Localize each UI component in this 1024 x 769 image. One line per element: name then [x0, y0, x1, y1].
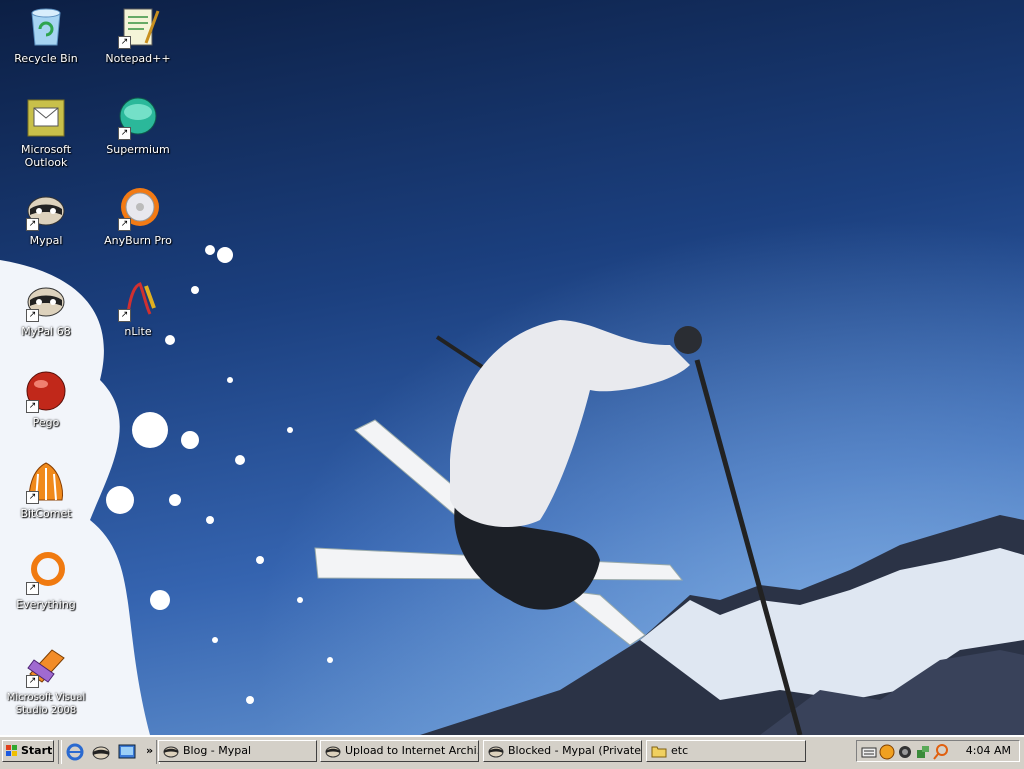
orange-globe-icon[interactable]	[879, 744, 895, 760]
desktop-icon-label: Everything	[16, 598, 76, 611]
shortcut-arrow-icon: ↗	[118, 309, 131, 322]
desktop-icon-label: MyPal 68	[21, 325, 71, 338]
shortcut-arrow-icon: ↗	[26, 309, 39, 322]
taskbar-button-upload-internet-archive[interactable]: Upload to Internet Archi...	[320, 740, 479, 762]
mypal-icon: ↗	[24, 187, 68, 231]
desktop-icon-label: Notepad++	[105, 52, 171, 65]
shortcut-arrow-icon: ↗	[118, 218, 131, 231]
shortcut-arrow-icon: ↗	[26, 491, 39, 504]
keyboard-icon[interactable]	[861, 744, 877, 760]
bitcomet-icon: ↗	[24, 460, 68, 504]
recycle-bin-icon	[24, 5, 68, 49]
desktop-icon-recycle-bin[interactable]: Recycle Bin	[0, 5, 92, 65]
taskbar: Start » Blog - Mypal Upload to Internet …	[0, 735, 1024, 769]
taskbar-button-blocked-mypal[interactable]: Blocked - Mypal (Private ...	[483, 740, 642, 762]
start-button[interactable]: Start	[2, 740, 54, 762]
start-label: Start	[21, 744, 53, 757]
internet-explorer-icon[interactable]	[66, 743, 84, 761]
quick-launch-overflow-button[interactable]: »	[146, 744, 153, 757]
taskbar-separator	[58, 740, 62, 764]
shortcut-arrow-icon: ↗	[118, 36, 131, 49]
visual-studio-icon: ↗	[24, 644, 68, 688]
desktop-icon-notepad-plus-plus[interactable]: ↗ Notepad++	[92, 5, 184, 65]
mypal-icon	[163, 746, 179, 758]
speaker-icon[interactable]	[897, 744, 913, 760]
desktop-icon-anyburn-pro[interactable]: ↗ AnyBurn Pro	[92, 187, 184, 247]
shortcut-arrow-icon: ↗	[26, 400, 39, 413]
taskbar-button-blog-mypal[interactable]: Blog - Mypal	[158, 740, 317, 762]
taskbar-button-label: etc	[671, 744, 689, 757]
desktop-icon-visual-studio-2008[interactable]: ↗ Microsoft Visual Studio 2008	[0, 644, 92, 717]
shortcut-arrow-icon: ↗	[26, 218, 39, 231]
desktop-icon-label: Mypal	[29, 234, 63, 247]
taskbar-button-label: Blog - Mypal	[183, 744, 252, 757]
outlook-icon	[24, 96, 68, 140]
notepad-plus-icon: ↗	[116, 5, 160, 49]
taskbar-button-etc-folder[interactable]: etc	[646, 740, 806, 762]
shortcut-arrow-icon: ↗	[26, 675, 39, 688]
folder-icon	[651, 746, 667, 758]
mypal-quicklaunch-icon[interactable]	[92, 743, 110, 761]
taskbar-button-label: Blocked - Mypal (Private ...	[508, 744, 642, 757]
shortcut-arrow-icon: ↗	[26, 582, 39, 595]
mypal-icon	[488, 746, 504, 758]
shortcut-arrow-icon: ↗	[118, 127, 131, 140]
desktop-icon-label: Pego	[32, 416, 60, 429]
clock[interactable]: 4:04 AM	[966, 744, 1011, 757]
windows-logo-icon	[6, 745, 17, 756]
desktop-icon-bitcomet[interactable]: ↗ BitComet	[0, 460, 92, 520]
nlite-icon: ↗	[116, 278, 160, 322]
desktop-icon-label: AnyBurn Pro	[104, 234, 172, 247]
mypal-icon: ↗	[24, 278, 68, 322]
desktop-icon-label: Microsoft Outlook	[20, 143, 72, 169]
desktop-icon-label: Recycle Bin	[14, 52, 78, 65]
desktop-icon-mypal[interactable]: ↗ Mypal	[0, 187, 92, 247]
pego-icon: ↗	[24, 369, 68, 413]
system-tray: 4:04 AM	[856, 740, 1020, 762]
desktop-icon-label: nLite	[124, 325, 152, 338]
desktop-icon-label: BitComet	[20, 507, 72, 520]
network-icon[interactable]	[915, 744, 931, 760]
desktop-icon-nlite[interactable]: ↗ nLite	[92, 278, 184, 338]
desktop-icon-everything[interactable]: ↗ Everything	[0, 551, 92, 611]
desktop: Recycle Bin Microsoft Outlook ↗ Mypal ↗ …	[0, 0, 1024, 735]
desktop-icon-mypal-68[interactable]: ↗ MyPal 68	[0, 278, 92, 338]
supermium-icon: ↗	[116, 96, 160, 140]
mypal-icon	[325, 746, 341, 758]
search-icon[interactable]	[933, 744, 949, 760]
desktop-icon-label: Microsoft Visual Studio 2008	[6, 692, 86, 716]
anyburn-icon: ↗	[116, 187, 160, 231]
desktop-icon-pego[interactable]: ↗ Pego	[0, 369, 92, 429]
desktop-icon-supermium[interactable]: ↗ Supermium	[92, 96, 184, 156]
desktop-icon-label: Supermium	[106, 143, 170, 156]
desktop-icon-microsoft-outlook[interactable]: Microsoft Outlook	[0, 96, 92, 169]
everything-icon: ↗	[24, 551, 68, 595]
show-desktop-icon[interactable]	[118, 743, 136, 761]
taskbar-button-label: Upload to Internet Archi...	[345, 744, 479, 757]
